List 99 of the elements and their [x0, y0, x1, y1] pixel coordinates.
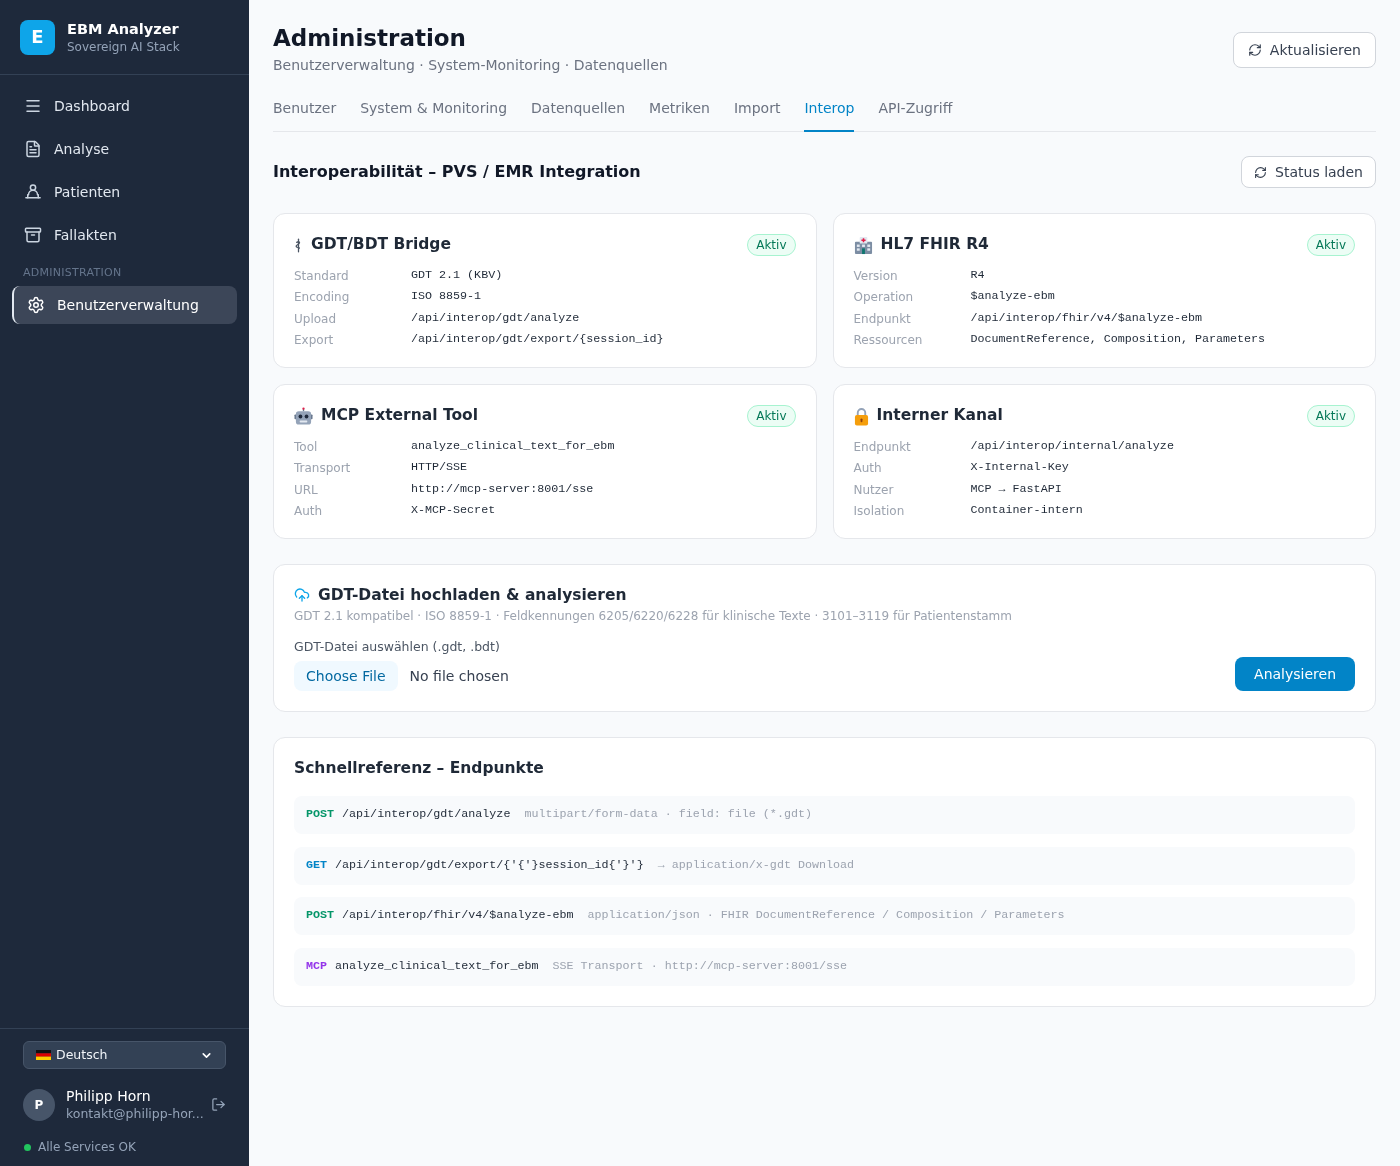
tab[interactable]: API-Zugriff — [878, 98, 953, 132]
card-title: MCP External Tool — [321, 405, 479, 427]
status-badge: Aktiv — [747, 405, 796, 427]
field-value: X-Internal-Key — [970, 459, 1069, 477]
field-label: Ressourcen — [853, 332, 924, 350]
http-method: POST — [306, 806, 335, 824]
nav-item[interactable]: Dashboard — [12, 87, 237, 125]
status-badge: Aktiv — [1306, 234, 1355, 256]
http-method: GET — [306, 856, 328, 874]
flag-icon — [36, 1050, 51, 1060]
field-value: R4 — [970, 266, 985, 284]
nav-item[interactable]: Fallakten — [12, 216, 237, 254]
field-value: /api/interop/internal/analyze — [970, 437, 1174, 455]
medical-staff-icon — [294, 237, 303, 253]
field-label: Nutzer — [853, 481, 895, 499]
field-value: GDT 2.1 (KBV) — [411, 266, 503, 284]
field-value: MCP → FastAPI — [970, 480, 1062, 498]
user-name: Philipp Horn — [66, 1087, 152, 1105]
tab[interactable]: Datenquellen — [531, 98, 626, 132]
field-label: Standard — [294, 267, 350, 285]
field-label: Auth — [294, 503, 324, 521]
endpoint-path: analyze_clinical_text_for_ebm — [335, 957, 539, 975]
analyze-button[interactable]: Analysieren — [1235, 657, 1355, 691]
refresh-icon — [1247, 43, 1262, 57]
field-label: Tool — [294, 438, 319, 456]
field-value: X-MCP-Secret — [411, 502, 496, 520]
robot-icon — [294, 406, 313, 426]
menu-icon — [24, 97, 42, 115]
page-subtitle: Benutzerverwaltung · System-Monitoring · Datenquellen — [273, 56, 668, 75]
tab[interactable]: Benutzer — [273, 98, 337, 132]
field-label: Transport — [294, 460, 352, 478]
field-label: Isolation — [853, 503, 906, 521]
field-value: analyze_clinical_text_for_ebm — [411, 437, 615, 455]
section-label: ADMINISTRATION — [23, 266, 122, 280]
field-label: Encoding — [294, 289, 351, 307]
field-label: Export — [294, 332, 335, 350]
endpoint-note: application/json · FHIR DocumentReference / Composition / Parameters — [587, 907, 1065, 925]
nav-item[interactable]: Analyse — [12, 130, 237, 168]
status-load-button[interactable]: Status laden — [1241, 156, 1376, 188]
upload-title: GDT-Datei hochladen & analysieren — [318, 585, 627, 605]
field-label: GDT-Datei auswählen (.gdt, .bdt) — [294, 639, 501, 655]
tab[interactable]: Import — [733, 98, 781, 132]
field-value: http://mcp-server:8001/sse — [411, 480, 594, 498]
field-value: ISO 8859-1 — [411, 288, 482, 306]
upload-description: GDT 2.1 kompatibel · ISO 8859-1 · Feldkennungen 6205/6220/6228 für klinische Texte · 3101–3119 für Patientenstamm — [294, 608, 1013, 624]
field-value: /api/interop/fhir/v4/$analyze-ebm — [970, 309, 1202, 327]
endpoint-note: → application/x-gdt Download — [657, 856, 855, 874]
field-value: Container-intern — [970, 502, 1083, 520]
field-value: DocumentReference, Composition, Parameters — [970, 331, 1266, 349]
field-value: /api/interop/gdt/export/{session_id} — [411, 331, 664, 349]
field-label: URL — [294, 481, 319, 499]
avatar: P — [23, 1088, 55, 1121]
http-method: MCP — [306, 957, 328, 975]
file-status-text: No file chosen — [409, 667, 509, 686]
card-title: Interner Kanal — [876, 405, 1003, 427]
tab[interactable]: Interop — [804, 98, 855, 132]
lock-icon — [853, 406, 869, 426]
logout-icon[interactable] — [211, 1097, 226, 1112]
field-value: HTTP/SSE — [411, 459, 468, 477]
status-text: Alle Services OK — [38, 1139, 136, 1155]
archive-box-icon — [24, 226, 42, 244]
brand-name: EBM Analyzer — [67, 20, 180, 39]
field-label: Upload — [294, 310, 338, 328]
nav-item[interactable]: Benutzerverwaltung — [12, 286, 237, 324]
card-title: HL7 FHIR R4 — [880, 234, 989, 256]
brand-tagline: Sovereign AI Stack — [67, 39, 180, 55]
field-label: Version — [853, 267, 899, 285]
field-label: Endpunkt — [853, 438, 912, 456]
cloud-upload-icon — [294, 587, 310, 603]
hospital-icon — [853, 235, 873, 255]
choose-file-button[interactable]: Choose File — [294, 661, 398, 691]
field-label: Operation — [853, 289, 915, 307]
field-label: Endpunkt — [853, 310, 912, 328]
endpoint-note: multipart/form-data · field: file (*.gdt) — [524, 806, 812, 824]
quick-reference-title: Schnellreferenz – Endpunkte — [294, 758, 545, 778]
page-title: Administration — [273, 24, 467, 53]
status-badge: Aktiv — [747, 234, 796, 256]
tab[interactable]: Metriken — [649, 98, 710, 132]
endpoint-path: /api/interop/fhir/v4/$analyze-ebm — [342, 907, 574, 925]
logo-icon: E — [20, 19, 55, 55]
http-method: POST — [306, 907, 335, 925]
refresh-icon — [1254, 165, 1268, 179]
nav-item[interactable]: Patienten — [12, 173, 237, 211]
person-icon — [24, 183, 42, 201]
document-icon — [24, 140, 42, 158]
status-badge: Aktiv — [1306, 405, 1355, 427]
endpoint-path: /api/interop/gdt/export/{'{'}session_id{'}'} — [335, 856, 644, 874]
card-title: GDT/BDT Bridge — [311, 234, 451, 256]
field-value: $analyze-ebm — [970, 288, 1055, 306]
field-label: Auth — [853, 460, 883, 478]
field-value: /api/interop/gdt/analyze — [411, 309, 580, 327]
section-title: Interoperabilität – PVS / EMR Integration — [273, 161, 641, 183]
endpoint-note: SSE Transport · http://mcp-server:8001/sse — [552, 957, 848, 975]
refresh-button[interactable]: Aktualisieren — [1232, 32, 1376, 68]
user-email: kontakt@philipp-hor... — [66, 1105, 204, 1122]
settings-icon — [27, 296, 45, 314]
language-select[interactable]: Deutsch — [23, 1041, 226, 1069]
tab[interactable]: System & Monitoring — [360, 98, 508, 132]
endpoint-path: /api/interop/gdt/analyze — [342, 806, 511, 824]
